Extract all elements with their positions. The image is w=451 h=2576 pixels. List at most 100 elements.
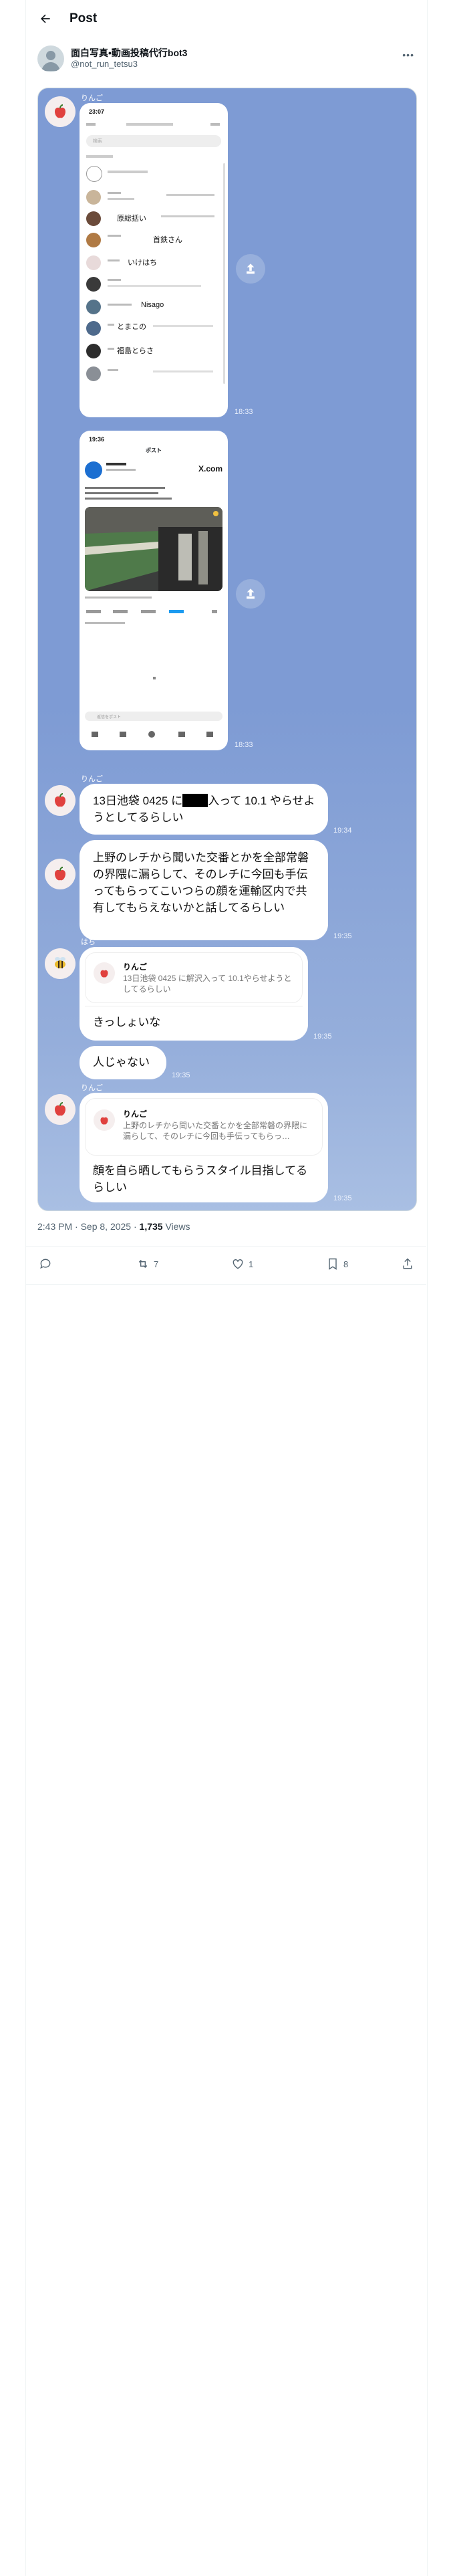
hachi-avatar [45, 948, 76, 979]
bookmark-icon [329, 1258, 337, 1270]
post-meta: 2:43 PM · Sep 8, 2025 · 1,735 Views [37, 1221, 190, 1232]
avatar[interactable] [37, 45, 64, 72]
arrow-left-icon [41, 14, 50, 23]
apple-avatar [45, 859, 76, 889]
avatar [85, 461, 102, 479]
status-time: 23:07 [89, 108, 105, 115]
sender-name: りんご [81, 94, 103, 102]
apple-icon [55, 1102, 65, 1116]
retweet-icon [138, 1259, 148, 1269]
quote-text: 13日池袋 0425 に解沢入って 10.1やらせようとしてるらしい [123, 974, 292, 994]
contact-name: 首鉄さん [153, 236, 182, 244]
message-text: 顔を自ら晒してもらうスタイル目指してるらしい [93, 1164, 308, 1194]
add-icon [86, 166, 102, 182]
tab-bar [85, 729, 222, 740]
avatar [86, 321, 101, 336]
avatar [86, 255, 101, 270]
message-time: 18:33 [235, 741, 253, 749]
bookmark-count: 8 [343, 1259, 349, 1269]
share-button[interactable] [236, 579, 265, 609]
apple-avatar [45, 785, 76, 816]
redaction-bar [182, 794, 208, 807]
share-post-button[interactable] [401, 1257, 414, 1271]
list-item: 福島とらさ [86, 342, 221, 362]
message-time: 19:35 [333, 932, 352, 940]
quoted-message: りんご 上野のレチから聞いた交番とかを全部常磐の界隈に漏らして、そのレチに今回も… [85, 1098, 323, 1156]
train-photo [85, 507, 222, 591]
status-time: 19:36 [89, 436, 105, 443]
message-text: 上野のレチから聞いた交番とかを全部常磐の界隈に漏らして、そのレチに今回も手伝って… [93, 851, 309, 914]
list-item: 首鉄さん [86, 231, 221, 251]
chat-bubble: 人じゃない [80, 1046, 166, 1079]
post-timestamp[interactable]: 2:43 PM · Sep 8, 2025 · [37, 1221, 140, 1232]
avatar [86, 233, 101, 247]
apple-avatar [45, 1094, 76, 1125]
apple-icon [100, 970, 108, 978]
contact-name: Nisago [141, 301, 164, 309]
list-item [86, 165, 221, 185]
message-time: 19:35 [313, 1033, 332, 1041]
apple-icon [55, 793, 65, 807]
sender-name: りんご [81, 775, 103, 783]
reply-button[interactable] [39, 1257, 56, 1271]
top-bar: Post [25, 0, 426, 37]
quote-sender: りんご [123, 962, 148, 972]
contact-name: 原総括い [117, 215, 146, 223]
sender-name: りんご [81, 1084, 103, 1092]
message-text: 13日池袋 0425 に入って 10.1 やらせようとしてるらしい [93, 794, 315, 824]
message-time: 18:33 [235, 408, 253, 416]
status-bar: 23:07 [89, 108, 218, 116]
retweet-button[interactable]: 7 [136, 1257, 158, 1271]
status-bar: 19:36 [89, 436, 218, 444]
like-count: 1 [249, 1259, 254, 1269]
author-name[interactable]: 面白写真•動画投稿代行bot3 [71, 46, 187, 60]
quoted-message: りんご 13日池袋 0425 に解沢入って 10.1やらせようとしてるらしい [85, 952, 303, 1003]
like-button[interactable]: 1 [231, 1257, 253, 1271]
list-header [80, 118, 228, 132]
logo-text: X.com [198, 464, 222, 473]
list-item: いけはち [86, 254, 221, 274]
chat-bubble: 13日池袋 0425 に入って 10.1 やらせようとしてるらしい [80, 784, 328, 835]
list-item [86, 276, 221, 296]
bee-icon [55, 957, 65, 968]
contact-name: とまこの [117, 323, 146, 331]
reply-placeholder: 返信をポスト [97, 716, 122, 720]
message-time: 19:35 [172, 1071, 190, 1079]
list-item: 原総括い [86, 210, 221, 230]
retweet-count: 7 [154, 1259, 159, 1269]
post-author: 面白写真•動画投稿代行bot3 @not_run_tetsu3 ••• [37, 44, 425, 72]
apple-avatar [94, 962, 115, 984]
avatar [86, 344, 101, 358]
author-handle[interactable]: @not_run_tetsu3 [71, 59, 138, 69]
reply-bubble: りんご 13日池袋 0425 に解沢入って 10.1やらせようとしてるらしい き… [80, 947, 308, 1041]
apple-icon [100, 1117, 108, 1125]
share-icon [247, 588, 255, 599]
back-button[interactable] [33, 7, 57, 31]
view-count: 1,735 [139, 1221, 163, 1232]
message-time: 19:34 [333, 827, 352, 835]
more-icon[interactable]: ••• [402, 49, 414, 60]
section-label [86, 155, 113, 158]
search-placeholder: 検索 [93, 139, 102, 144]
apple-icon [55, 867, 65, 881]
quote-text: 上野のレチから聞いた交番とかを全部常磐の界隈に漏らして、そのレチに今回も手伝って… [123, 1121, 308, 1141]
list-item: Nisago [86, 298, 221, 318]
reply-bubble: りんご 上野のレチから聞いた交番とかを全部常磐の界隈に漏らして、そのレチに今回も… [80, 1093, 328, 1202]
scrollbar [223, 163, 225, 384]
avatar [86, 211, 101, 226]
views-label: Views [162, 1221, 190, 1232]
list-item [86, 189, 221, 209]
post-image[interactable]: りんご 23:07 検索 原総括い 首鉄さん いけはち Nisago とまこの … [37, 88, 417, 1211]
screenshot-x-post: 19:36 ポスト X.com 返信をポスト [80, 431, 228, 750]
post-actions [85, 607, 222, 615]
screenshot-contact-list: 23:07 検索 原総括い 首鉄さん いけはち Nisago とまこの 福島とら… [80, 103, 228, 417]
list-item: とまこの [86, 320, 221, 340]
share-icon [403, 1258, 412, 1269]
contact-name: いけはち [128, 259, 157, 267]
bookmark-button[interactable]: 8 [326, 1257, 348, 1271]
share-icon [247, 263, 255, 274]
message-text: きっしょいな [93, 1016, 161, 1029]
avatar [86, 277, 101, 292]
share-button[interactable] [236, 254, 265, 284]
apple-avatar [94, 1109, 115, 1131]
